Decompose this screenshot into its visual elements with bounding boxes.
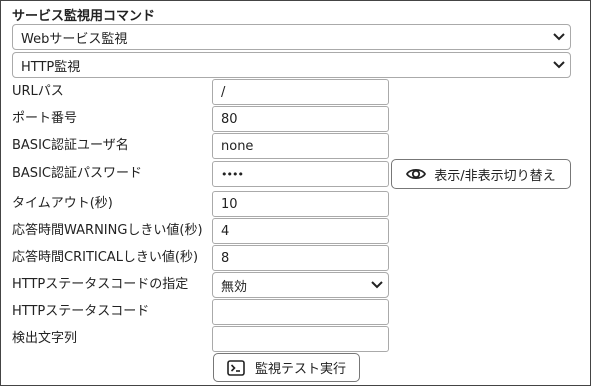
run-monitor-test-button[interactable]: 監視テスト実行 — [213, 353, 360, 382]
basic-user-value: none — [221, 138, 254, 154]
critical-threshold-value: 8 — [221, 250, 230, 266]
monitor-type-value: HTTP監視 — [21, 59, 81, 75]
chevron-down-icon — [548, 53, 570, 77]
warning-threshold-input[interactable]: 4 — [212, 218, 389, 244]
port-input[interactable]: 80 — [212, 106, 389, 132]
timeout-input[interactable]: 10 — [212, 191, 389, 217]
status-spec-value: 無効 — [221, 279, 248, 295]
section-title: サービス監視用コマンド — [12, 9, 156, 24]
basic-password-label: BASIC認証パスワード — [12, 166, 142, 181]
chevron-down-icon — [366, 273, 388, 297]
toggle-password-label: 表示/非表示切り替え — [434, 168, 556, 184]
run-monitor-test-label: 監視テスト実行 — [254, 362, 346, 377]
port-value: 80 — [221, 111, 238, 127]
url-path-value: / — [221, 84, 226, 100]
status-code-label: HTTPステータスコード — [12, 304, 150, 319]
warning-threshold-label: 応答時間WARNINGしきい値(秒) — [12, 223, 203, 238]
critical-threshold-label: 応答時間CRITICALしきい値(秒) — [12, 250, 199, 265]
search-string-label: 検出文字列 — [12, 331, 78, 346]
eye-icon — [406, 167, 427, 181]
status-code-input[interactable] — [212, 299, 389, 325]
basic-user-label: BASIC認証ユーザ名 — [12, 138, 129, 153]
service-type-select[interactable]: Webサービス監視 — [12, 24, 571, 50]
timeout-value: 10 — [221, 196, 238, 212]
monitor-type-select[interactable]: HTTP監視 — [12, 52, 571, 78]
warning-threshold-value: 4 — [221, 223, 230, 239]
toggle-password-visibility-button[interactable]: 表示/非表示切り替え — [391, 159, 571, 189]
basic-user-input[interactable]: none — [212, 133, 389, 159]
command-settings-panel: サービス監視用コマンド Webサービス監視 HTTP監視 URLパス / ポート… — [0, 0, 591, 386]
status-spec-select[interactable]: 無効 — [212, 272, 389, 298]
service-type-value: Webサービス監視 — [21, 31, 128, 47]
critical-threshold-input[interactable]: 8 — [212, 245, 389, 271]
timeout-label: タイムアウト(秒) — [12, 196, 113, 211]
chevron-down-icon — [548, 25, 570, 49]
status-spec-label: HTTPステータスコードの指定 — [12, 277, 189, 292]
basic-password-input[interactable]: •••• — [212, 161, 389, 187]
port-label: ポート番号 — [12, 111, 78, 126]
search-string-input[interactable] — [212, 326, 389, 352]
terminal-icon — [227, 359, 245, 376]
basic-password-value: •••• — [221, 167, 244, 181]
url-path-input[interactable]: / — [212, 79, 389, 105]
url-path-label: URLパス — [12, 84, 64, 99]
